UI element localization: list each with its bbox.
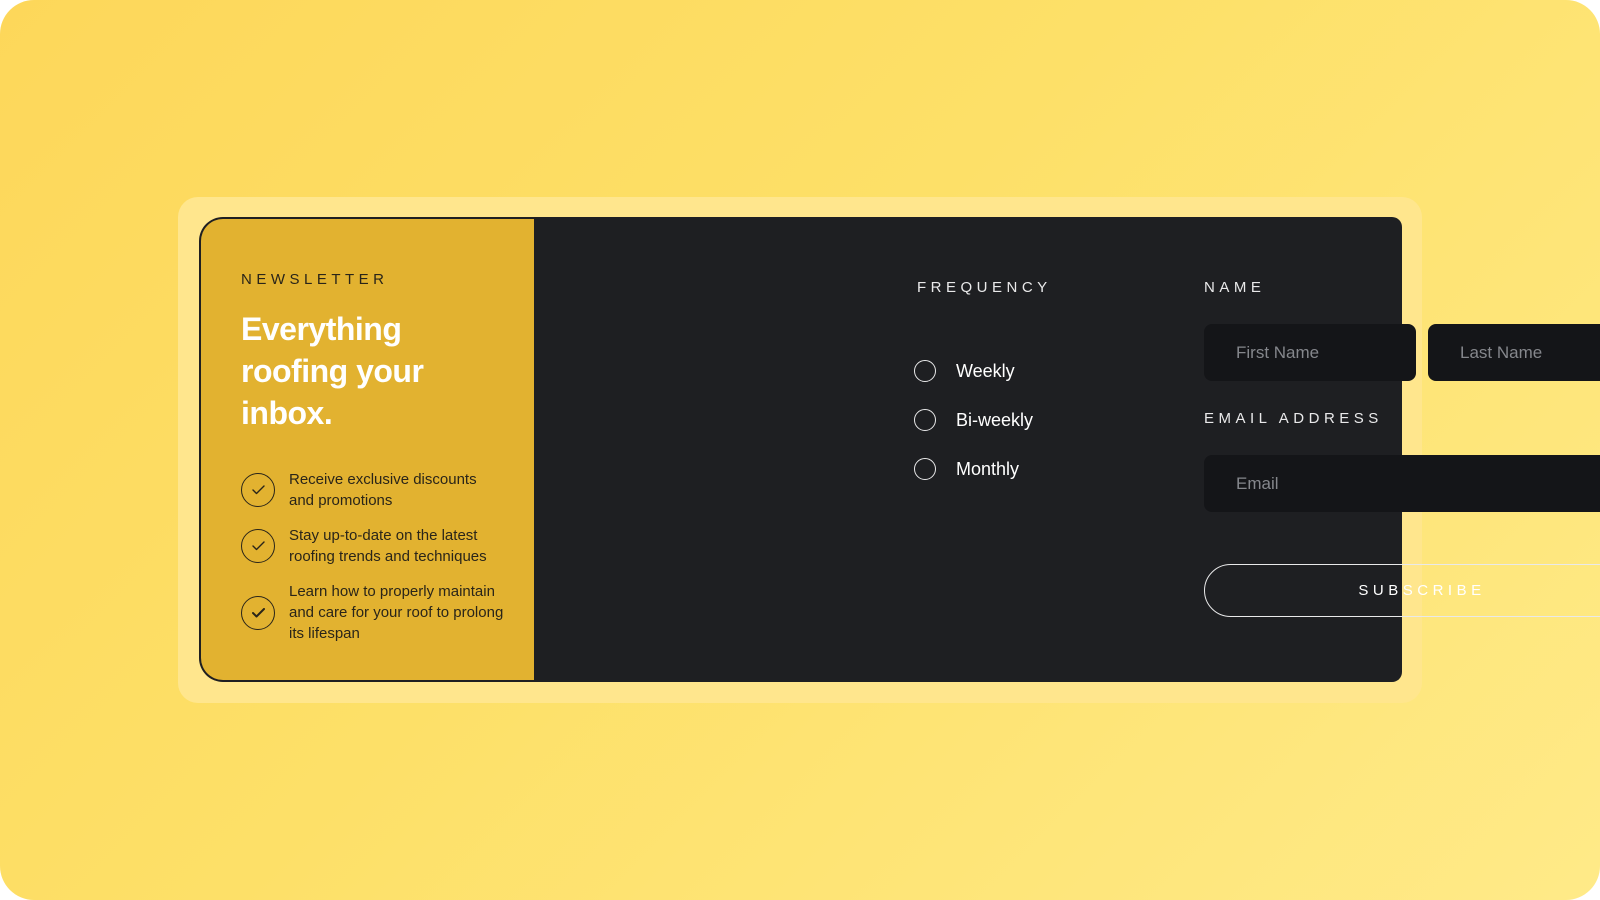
benefit-text: Learn how to properly maintain and care … (289, 583, 504, 642)
radio-circle[interactable] (914, 409, 936, 431)
benefit-item: Stay up-to-date on the latest roofing tr… (241, 525, 504, 567)
radio-label: Bi-weekly (956, 409, 1034, 430)
check-icon (241, 595, 275, 630)
benefit-item: Learn how to properly maintain and care … (241, 581, 504, 644)
subscribe-form-panel: FREQUENCY Weekly Bi-weekly Monthly NAME … (534, 217, 1600, 682)
page-background: NEWSLETTER Everything roofing your inbox… (0, 0, 1600, 900)
newsletter-info-panel: NEWSLETTER Everything roofing your inbox… (199, 217, 534, 682)
radio-circle[interactable] (914, 458, 936, 480)
benefit-text: Receive exclusive discounts and promotio… (289, 471, 477, 509)
radio-monthly[interactable]: Monthly (914, 458, 1019, 480)
radio-label: Weekly (956, 360, 1015, 381)
radio-label: Monthly (956, 458, 1020, 479)
name-label: NAME (1204, 279, 1266, 296)
newsletter-card: NEWSLETTER Everything roofing your inbox… (199, 217, 1600, 682)
benefit-text: Stay up-to-date on the latest roofing tr… (289, 527, 487, 565)
email-input[interactable] (1204, 455, 1600, 512)
last-name-input[interactable] (1428, 324, 1600, 381)
first-name-input[interactable] (1204, 324, 1416, 381)
email-label: EMAIL ADDRESS (1204, 410, 1383, 427)
check-icon (241, 473, 275, 507)
radio-bi-weekly[interactable]: Bi-weekly (914, 409, 1033, 431)
check-icon (241, 529, 275, 563)
newsletter-headline: Everything roofing your inbox. (241, 311, 424, 431)
benefit-item: Receive exclusive discounts and promotio… (241, 469, 504, 511)
frequency-label: FREQUENCY (917, 279, 1052, 296)
newsletter-eyebrow: NEWSLETTER (241, 271, 389, 288)
benefits-list: Receive exclusive discounts and promotio… (241, 469, 504, 658)
radio-weekly[interactable]: Weekly (914, 360, 1015, 382)
radio-circle[interactable] (914, 360, 936, 382)
subscribe-button[interactable]: SUBSCRIBE (1204, 564, 1600, 617)
